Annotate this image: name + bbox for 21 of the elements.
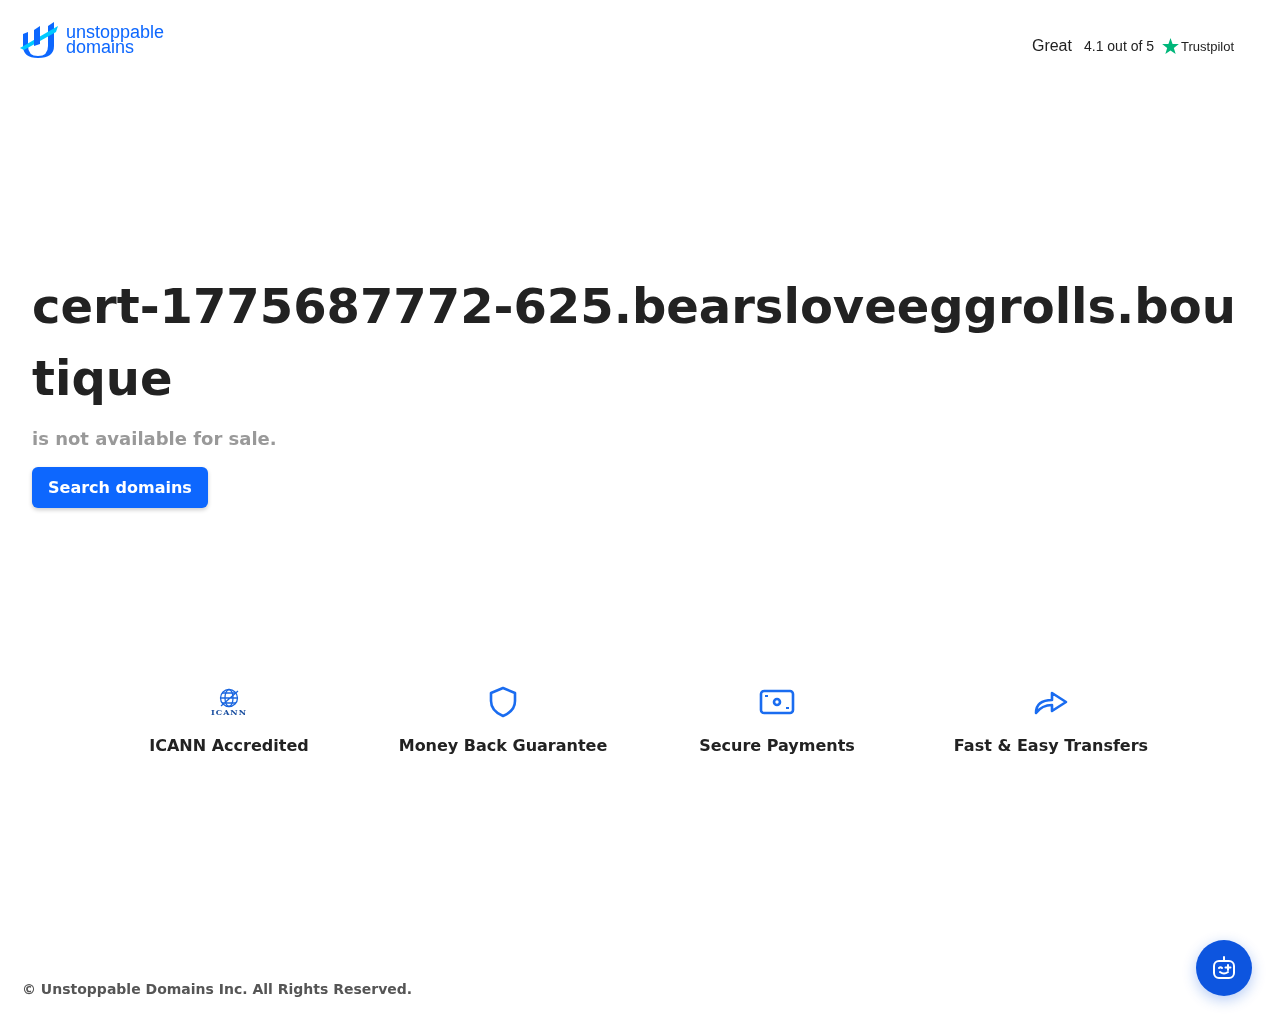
logo-text: unstoppable xyxy=(66,25,165,40)
logo-text: domains xyxy=(66,40,135,55)
feature-label: Fast & Easy Transfers xyxy=(953,736,1149,755)
domain-title: cert-1775687772-625.bearsloveeggrolls.boutique xyxy=(32,277,1237,408)
search-domains-button[interactable]: Search domains xyxy=(32,467,208,508)
robot-icon xyxy=(1210,954,1238,982)
star-icon xyxy=(1162,38,1179,54)
rating-label: Great xyxy=(1031,37,1072,55)
logo-icon xyxy=(20,22,60,58)
feature-label: ICANN Accredited xyxy=(149,736,309,755)
feature-label: Secure Payments xyxy=(699,736,855,755)
trustpilot-label: Trustpilot xyxy=(1181,38,1234,54)
copyright-text: © Unstoppable Domains Inc. All Rights Reserved. xyxy=(22,981,413,997)
rating-score: 4.1 out of 5 xyxy=(1083,38,1154,54)
feature-label: Money Back Guarantee xyxy=(398,736,608,755)
availability-text: is not available for sale. xyxy=(32,428,278,449)
chat-bot-button[interactable] xyxy=(1196,940,1252,996)
icann-logo-text: ICANN xyxy=(211,707,247,717)
globe-icon xyxy=(218,687,240,708)
money-icon xyxy=(759,689,795,715)
shield-icon xyxy=(488,686,518,718)
